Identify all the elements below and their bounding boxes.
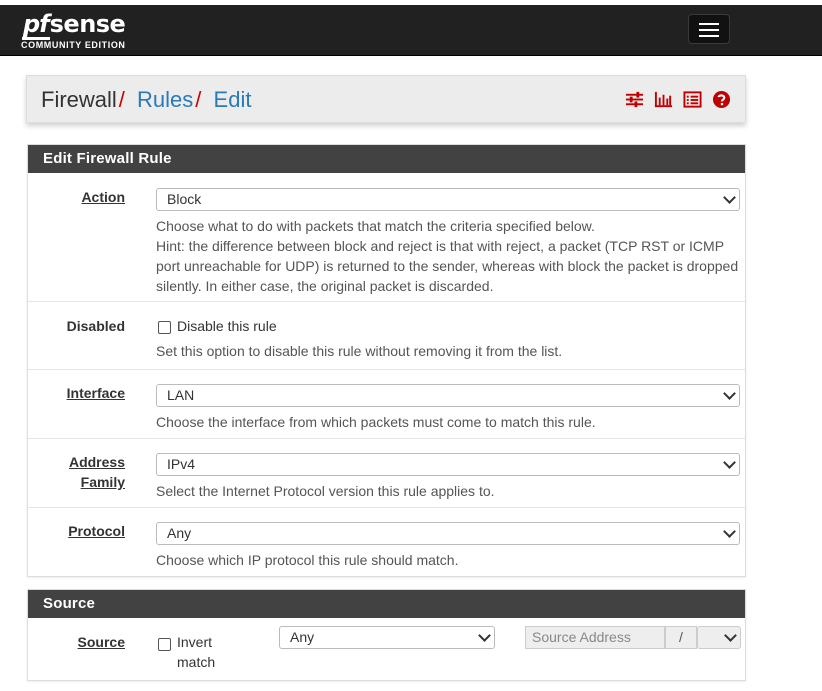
interface-help: Choose the interface from which packets … bbox=[156, 414, 596, 430]
address-family-label-line1: Address bbox=[68, 454, 125, 470]
logo-pf: pf bbox=[22, 10, 50, 40]
pfsense-logo[interactable]: pfsense COMMUNITY EDITION bbox=[21, 10, 126, 50]
chevron-down-icon bbox=[723, 191, 736, 204]
breadcrumb-separator: / bbox=[195, 87, 202, 112]
chevron-down-icon bbox=[723, 525, 736, 538]
action-row: Action Block Choose what to do with pack… bbox=[28, 173, 745, 302]
address-family-label-line2: Family bbox=[80, 474, 125, 490]
interface-select[interactable]: LAN bbox=[156, 384, 740, 407]
interface-row: Interface LAN Choose the interface from … bbox=[28, 370, 745, 439]
hamburger-icon bbox=[699, 23, 719, 25]
source-address-input[interactable]: Source Address bbox=[525, 626, 665, 649]
menu-toggle-button[interactable] bbox=[688, 14, 730, 44]
breadcrumb-separator: / bbox=[118, 87, 125, 112]
action-select-value: Block bbox=[167, 191, 202, 207]
logo-sense: sense bbox=[49, 10, 126, 38]
source-mask-select[interactable] bbox=[697, 626, 741, 649]
breadcrumb-edit-link[interactable]: Edit bbox=[214, 87, 252, 112]
source-mask-separator: / bbox=[665, 626, 697, 649]
address-family-select[interactable]: IPv4 bbox=[156, 453, 740, 476]
protocol-label: Protocol bbox=[68, 523, 125, 539]
breadcrumb-firewall: Firewall bbox=[41, 87, 117, 112]
action-help: Choose what to do with packets that matc… bbox=[156, 218, 595, 234]
source-row: Source Invert match Any Source Address / bbox=[28, 618, 745, 680]
protocol-help: Choose which IP protocol this rule shoul… bbox=[156, 552, 459, 568]
source-panel: Source Source Invert match Any Source Ad… bbox=[27, 589, 746, 681]
interface-select-value: LAN bbox=[167, 387, 195, 403]
edit-rule-panel: Edit Firewall Rule Action Block Choose w… bbox=[27, 144, 746, 577]
logo-edition: COMMUNITY EDITION bbox=[21, 40, 126, 50]
disabled-label: Disabled bbox=[66, 318, 125, 334]
panel-title: Source bbox=[28, 590, 745, 618]
sliders-icon[interactable] bbox=[625, 90, 644, 109]
bar-chart-icon[interactable] bbox=[654, 90, 673, 109]
breadcrumb-bar: Firewall/ Rules/ Edit bbox=[26, 75, 746, 123]
disabled-row: Disabled Disable this rule Set this opti… bbox=[28, 302, 745, 370]
invert-match-line1: Invert bbox=[177, 634, 213, 650]
address-family-label: Address Family bbox=[69, 452, 125, 492]
disabled-help: Set this option to disable this rule wit… bbox=[156, 343, 563, 359]
invert-match-checkbox[interactable] bbox=[158, 638, 171, 651]
invert-match-label[interactable]: Invert match bbox=[177, 632, 215, 672]
address-family-row: Address Family IPv4 Select the Internet … bbox=[28, 439, 745, 508]
protocol-select-value: Any bbox=[167, 525, 192, 541]
chevron-down-icon bbox=[723, 456, 736, 469]
source-label: Source bbox=[77, 634, 125, 650]
invert-match-line2: match bbox=[177, 654, 216, 670]
address-family-help: Select the Internet Protocol version thi… bbox=[156, 483, 495, 499]
chevron-down-icon bbox=[723, 387, 736, 400]
action-select[interactable]: Block bbox=[156, 188, 740, 211]
breadcrumb-icons bbox=[625, 90, 731, 109]
chevron-down-icon bbox=[724, 629, 737, 642]
help-icon[interactable] bbox=[712, 90, 731, 109]
panel-title: Edit Firewall Rule bbox=[28, 145, 745, 173]
list-icon[interactable] bbox=[683, 90, 702, 109]
action-label: Action bbox=[81, 189, 125, 205]
chevron-down-icon bbox=[478, 629, 491, 642]
disable-rule-checkbox[interactable] bbox=[158, 321, 171, 334]
source-type-value: Any bbox=[290, 629, 315, 645]
protocol-row: Protocol Any Choose which IP protocol th… bbox=[28, 508, 745, 576]
top-navbar: pfsense COMMUNITY EDITION bbox=[0, 5, 822, 56]
disable-rule-checkbox-label[interactable]: Disable this rule bbox=[177, 316, 277, 336]
interface-label: Interface bbox=[66, 385, 125, 401]
address-family-select-value: IPv4 bbox=[167, 456, 196, 472]
action-hint: Hint: the difference between block and r… bbox=[156, 238, 739, 294]
protocol-select[interactable]: Any bbox=[156, 522, 740, 545]
breadcrumb-rules-link[interactable]: Rules bbox=[137, 87, 193, 112]
source-type-select[interactable]: Any bbox=[279, 626, 495, 649]
breadcrumb: Firewall/ Rules/ Edit bbox=[41, 87, 251, 113]
